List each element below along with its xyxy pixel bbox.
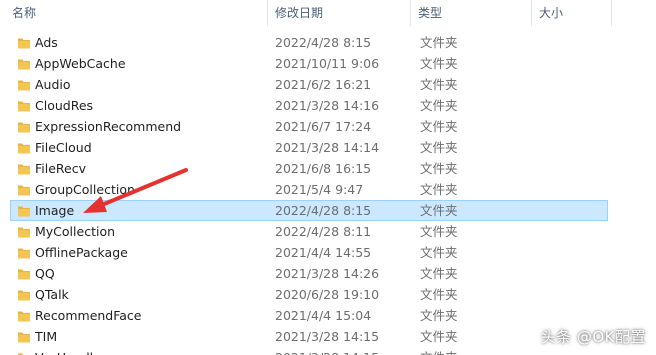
file-name: CloudRes xyxy=(35,98,94,113)
folder-icon xyxy=(18,59,30,70)
file-row[interactable]: ExpressionRecommend 2021/6/7 17:24 文件夹 xyxy=(10,116,608,137)
file-row[interactable]: Audio 2021/6/2 16:21 文件夹 xyxy=(10,74,608,95)
file-row[interactable]: CloudRes 2021/3/28 14:16 文件夹 xyxy=(10,95,608,116)
file-row[interactable]: FileCloud 2021/3/28 14:14 文件夹 xyxy=(10,137,608,158)
folder-icon xyxy=(18,80,30,91)
file-name: MyCollection xyxy=(35,224,116,239)
file-row[interactable]: Ads 2022/4/28 8:15 文件夹 xyxy=(10,32,608,53)
folder-icon xyxy=(18,164,30,175)
file-type: 文件夹 xyxy=(420,266,458,281)
file-date-modified: 2021/4/4 15:04 xyxy=(275,308,372,323)
file-row[interactable]: TIM 2021/3/28 14:15 文件夹 xyxy=(10,326,608,347)
file-name: ExpressionRecommend xyxy=(35,119,182,134)
file-name: QTalk xyxy=(35,287,69,302)
file-date-modified: 2021/10/11 9:06 xyxy=(275,56,380,71)
file-date-modified: 2022/4/28 8:11 xyxy=(275,224,372,239)
file-name: FileRecv xyxy=(35,161,87,176)
file-row[interactable]: QQ 2021/3/28 14:26 文件夹 xyxy=(10,263,608,284)
file-name: AppWebCache xyxy=(35,56,126,71)
watermark: 头条 @OK配置 xyxy=(540,328,646,346)
file-type: 文件夹 xyxy=(420,329,458,344)
file-name: Ads xyxy=(35,35,58,50)
file-type: 文件夹 xyxy=(420,98,458,113)
folder-icon xyxy=(18,269,30,280)
file-date-modified: 2020/6/28 19:10 xyxy=(275,287,380,302)
file-row[interactable]: FileRecv 2021/6/8 16:15 文件夹 xyxy=(10,158,608,179)
folder-icon xyxy=(18,290,30,301)
file-type: 文件夹 xyxy=(420,161,458,176)
file-row[interactable]: MyCollection 2022/4/28 8:11 文件夹 xyxy=(10,221,608,242)
column-divider[interactable] xyxy=(611,0,612,26)
file-date-modified: 2021/4/4 14:55 xyxy=(275,245,372,260)
folder-icon xyxy=(18,311,30,322)
file-row[interactable]: VasHandler 2021/3/28 14:15 文件夹 xyxy=(10,347,608,355)
folder-icon xyxy=(18,38,30,49)
file-name: VasHandler xyxy=(35,348,106,355)
file-date-modified: 2021/3/28 14:16 xyxy=(275,98,380,113)
file-date-modified: 2021/3/28 14:15 xyxy=(275,348,379,355)
file-type: 文件夹 xyxy=(420,182,458,197)
file-type: 文件夹 xyxy=(420,287,458,302)
file-name: QQ xyxy=(35,266,55,281)
file-date-modified: 2021/3/28 14:15 xyxy=(275,329,380,344)
file-date-modified: 2021/3/28 14:14 xyxy=(275,140,380,155)
file-type: 文件夹 xyxy=(420,308,458,323)
folder-icon xyxy=(18,185,30,196)
column-divider[interactable] xyxy=(531,0,532,26)
folder-icon xyxy=(18,227,30,238)
file-name: RecommendFace xyxy=(35,308,142,323)
column-header-row: ⌃ 名称 修改日期 类型 大小 xyxy=(0,0,656,26)
file-name: TIM xyxy=(35,329,58,344)
file-name: Audio xyxy=(35,77,71,92)
file-type: 文件夹 xyxy=(420,77,458,92)
file-date-modified: 2021/5/4 9:47 xyxy=(275,182,364,197)
file-date-modified: 2021/3/28 14:26 xyxy=(275,266,380,281)
file-date-modified: 2022/4/28 8:15 xyxy=(275,35,372,50)
column-header-size[interactable]: 大小 xyxy=(539,0,619,26)
file-date-modified: 2022/4/28 8:15 xyxy=(275,203,372,218)
column-divider[interactable] xyxy=(410,0,411,26)
column-divider[interactable] xyxy=(267,0,268,26)
folder-icon xyxy=(18,206,30,217)
file-row[interactable]: AppWebCache 2021/10/11 9:06 文件夹 xyxy=(10,53,608,74)
file-date-modified: 2021/6/7 17:24 xyxy=(275,119,372,134)
file-type: 文件夹 xyxy=(420,56,458,71)
folder-icon xyxy=(18,122,30,133)
folder-icon xyxy=(18,332,30,343)
folder-icon xyxy=(18,248,30,259)
folder-icon xyxy=(18,101,30,112)
file-name: Image xyxy=(35,203,75,218)
file-type: 文件夹 xyxy=(420,224,458,239)
file-name: FileCloud xyxy=(35,140,92,155)
file-name: OfflinePackage xyxy=(35,245,128,260)
folder-icon xyxy=(18,143,30,154)
file-explorer-window: ⌃ 名称 修改日期 类型 大小 Ads2022/4/28 8:15文件夹AppW… xyxy=(0,0,656,355)
file-row[interactable]: OfflinePackage 2021/4/4 14:55 文件夹 xyxy=(10,242,608,263)
file-name: GroupCollection xyxy=(35,182,135,197)
file-type: 文件夹 xyxy=(420,140,458,155)
file-type: 文件夹 xyxy=(420,119,458,134)
file-type: 文件夹 xyxy=(420,203,458,218)
file-date-modified: 2021/6/8 16:15 xyxy=(275,161,372,176)
file-type: 文件夹 xyxy=(420,348,458,355)
file-date-modified: 2021/6/2 16:21 xyxy=(275,77,372,92)
column-header-type[interactable]: 类型 xyxy=(418,0,528,26)
column-header-name[interactable]: 名称 xyxy=(12,0,267,26)
file-type: 文件夹 xyxy=(420,35,458,50)
file-row[interactable]: GroupCollection 2021/5/4 9:47 文件夹 xyxy=(10,179,608,200)
file-type: 文件夹 xyxy=(420,245,458,260)
file-row[interactable]: Image 2022/4/28 8:15 文件夹 xyxy=(10,200,608,221)
folder-icon xyxy=(18,353,30,355)
column-header-date-modified[interactable]: 修改日期 xyxy=(275,0,410,26)
file-row[interactable]: RecommendFace 2021/4/4 15:04 文件夹 xyxy=(10,305,608,326)
file-row[interactable]: QTalk 2020/6/28 19:10 文件夹 xyxy=(10,284,608,305)
